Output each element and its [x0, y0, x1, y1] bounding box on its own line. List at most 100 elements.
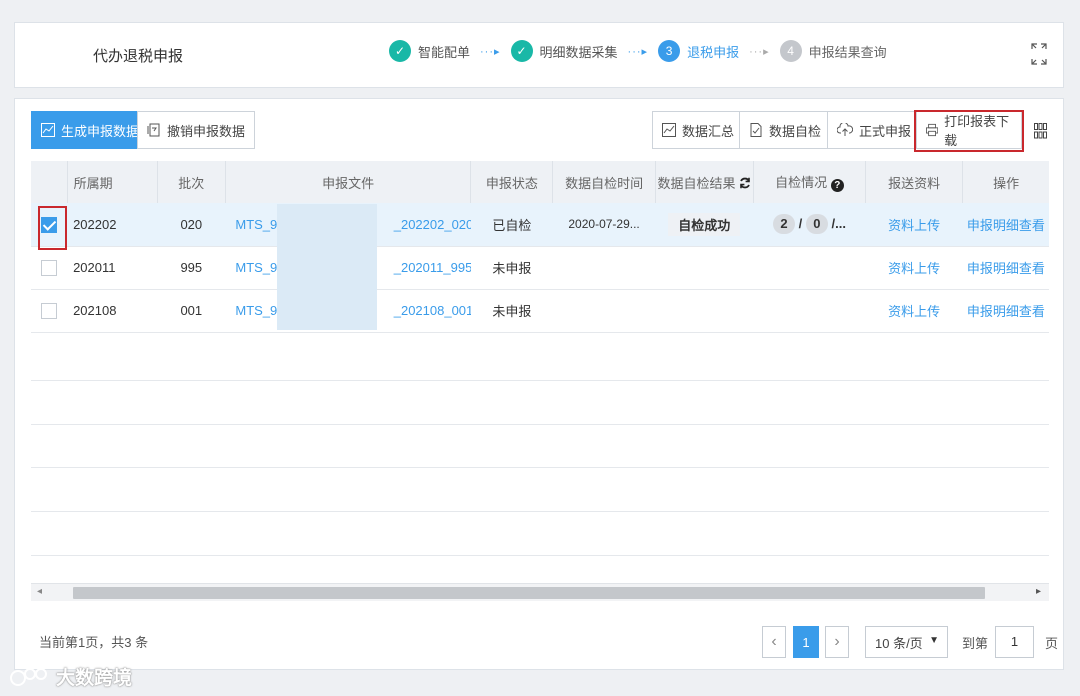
check-result-cell: [655, 246, 754, 290]
check-circle-icon: ✓: [389, 40, 411, 62]
table-row[interactable]: 202202 020 MTS_914_202202_020.xr 已自检 202…: [31, 203, 1049, 247]
cloud-upload-icon: [837, 123, 853, 136]
upload-cell: 资料上传: [865, 289, 963, 333]
goto-page-input[interactable]: 1: [995, 626, 1034, 658]
current-page-button[interactable]: 1: [793, 626, 819, 658]
view-detail-link[interactable]: 申报明细查看: [967, 304, 1045, 319]
generate-report-button[interactable]: 生成申报数据: [31, 111, 150, 149]
check-time-cell: [552, 289, 656, 333]
chart-icon: [662, 123, 676, 137]
column-header[interactable]: 操作: [962, 161, 1049, 203]
check-time-cell: [552, 246, 656, 290]
fullscreen-icon[interactable]: [1031, 43, 1047, 65]
help-icon[interactable]: ?: [830, 179, 844, 192]
page-size-value: 10 条/页: [875, 635, 923, 651]
scroll-left-icon[interactable]: ◂: [37, 586, 42, 597]
column-header[interactable]: 数据自检时间: [552, 161, 656, 203]
view-detail-link[interactable]: 申报明细查看: [967, 261, 1045, 276]
step-progress: ✓ 智能配单 ···▸ ✓ 明细数据采集 ···▸ 3 退税申报 ···▸ 4 …: [389, 40, 887, 62]
generate-report-label: 生成申报数据: [61, 123, 140, 139]
step-number: 3: [658, 40, 681, 62]
empty-row-divider: [31, 555, 1049, 556]
check-result-cell: 自检成功: [655, 203, 754, 247]
action-cell: 申报明细查看: [962, 246, 1049, 290]
prev-page-button[interactable]: ‹: [762, 626, 786, 658]
main-card: 生成申报数据 撤销申报数据 数据汇总 数据自检 正式申报 打印报表下载 所属期 …: [14, 98, 1064, 670]
scroll-right-icon[interactable]: ▸: [1036, 586, 1041, 597]
row-select-cell: [31, 246, 68, 290]
step-label: 明细数据采集: [539, 44, 618, 60]
chart-icon: [41, 123, 55, 137]
row-checkbox[interactable]: [41, 259, 58, 276]
formal-declare-label: 正式申报: [859, 123, 912, 139]
check-stat-cell: 2 / 0 /...: [753, 203, 866, 247]
column-settings-icon[interactable]: [1034, 123, 1047, 139]
step-1[interactable]: ✓ 智能配单: [389, 40, 470, 62]
empty-row-divider: [31, 511, 1049, 512]
document-check-icon: [750, 123, 762, 137]
upload-link[interactable]: 资料上传: [888, 218, 940, 233]
file-link-suffix[interactable]: _202011_995.xr: [394, 260, 471, 275]
row-checkbox[interactable]: [41, 302, 58, 319]
upload-cell: 资料上传: [865, 203, 963, 247]
column-header[interactable]: 批次: [157, 161, 226, 203]
scrollbar-thumb[interactable]: [73, 587, 985, 599]
table-header: 所属期 批次 申报文件 申报状态 数据自检时间 数据自检结果 自检情况 ? 报送…: [31, 161, 1049, 203]
batch-cell: 001: [157, 289, 226, 333]
goto-unit: 页: [1045, 636, 1059, 651]
revoke-report-label: 撤销申报数据: [167, 123, 246, 139]
refresh-icon[interactable]: [739, 177, 751, 189]
check-time-cell: 2020-07-29...: [552, 203, 656, 247]
revoke-icon: [147, 123, 160, 137]
view-detail-link[interactable]: 申报明细查看: [967, 218, 1045, 233]
batch-cell: 995: [157, 246, 226, 290]
upload-cell: 资料上传: [865, 246, 963, 290]
check-result-cell: [655, 289, 754, 333]
stat-count-badge: 2: [772, 214, 795, 235]
upload-link[interactable]: 资料上传: [888, 261, 940, 276]
period-cell: 202202: [67, 203, 158, 247]
column-header[interactable]: 申报文件: [225, 161, 472, 203]
upload-link[interactable]: 资料上传: [888, 304, 940, 319]
revoke-report-button[interactable]: 撤销申报数据: [137, 111, 256, 149]
table-row[interactable]: 202011 995 MTS_914_202011_995.xr 未申报 资料上…: [31, 246, 1049, 290]
step-4[interactable]: 4 申报结果查询: [779, 40, 887, 62]
step-label: 申报结果查询: [808, 44, 887, 60]
page-size-select[interactable]: 10 条/页 ▼: [865, 626, 948, 658]
table-row[interactable]: 202108 001 MTS_914_202108_001.xr 未申报 资料上…: [31, 289, 1049, 333]
formal-declare-button[interactable]: 正式申报: [827, 111, 922, 149]
check-result-badge: 自检成功: [668, 212, 741, 236]
step-3[interactable]: 3 退税申报: [658, 40, 739, 62]
column-header[interactable]: 报送资料: [865, 161, 964, 203]
status-cell: 已自检: [470, 203, 553, 247]
column-header[interactable]: 所属期: [67, 161, 158, 203]
row-select-cell: [31, 289, 68, 333]
select-column-header: [31, 161, 68, 203]
step-arrow-icon: ···▸: [480, 45, 501, 58]
data-selfcheck-button[interactable]: 数据自检: [739, 111, 832, 149]
horizontal-scrollbar[interactable]: ◂ ▸: [31, 583, 1049, 601]
action-cell: 申报明细查看: [962, 203, 1049, 247]
data-summary-label: 数据汇总: [682, 123, 735, 139]
next-page-button[interactable]: ›: [825, 626, 849, 658]
status-cell: 未申报: [470, 289, 553, 333]
stat-overflow: /...: [831, 216, 846, 232]
column-header-check-result[interactable]: 数据自检结果: [655, 161, 754, 203]
highlight-box: [38, 206, 67, 250]
file-link-suffix[interactable]: _202108_001.xr: [394, 303, 471, 318]
goto-label: 到第: [962, 636, 989, 651]
batch-cell: 020: [157, 203, 226, 247]
empty-row-divider: [31, 380, 1049, 381]
watermark-text: 大数跨境: [56, 668, 133, 689]
step-2[interactable]: ✓ 明细数据采集: [510, 40, 618, 62]
file-link-suffix[interactable]: _202202_020.xr: [394, 217, 471, 232]
page-title: 代办退税申报: [93, 48, 184, 65]
step-label: 退税申报: [687, 44, 740, 60]
column-header-check-status[interactable]: 自检情况 ?: [753, 161, 867, 203]
data-summary-button[interactable]: 数据汇总: [652, 111, 745, 149]
step-arrow-icon: ···▸: [749, 45, 770, 58]
column-header-label: 数据自检结果: [657, 175, 736, 191]
pagination-summary: 当前第1页，共3 条: [39, 635, 149, 650]
column-header-label: 自检情况: [775, 175, 828, 190]
column-header[interactable]: 申报状态: [470, 161, 554, 203]
